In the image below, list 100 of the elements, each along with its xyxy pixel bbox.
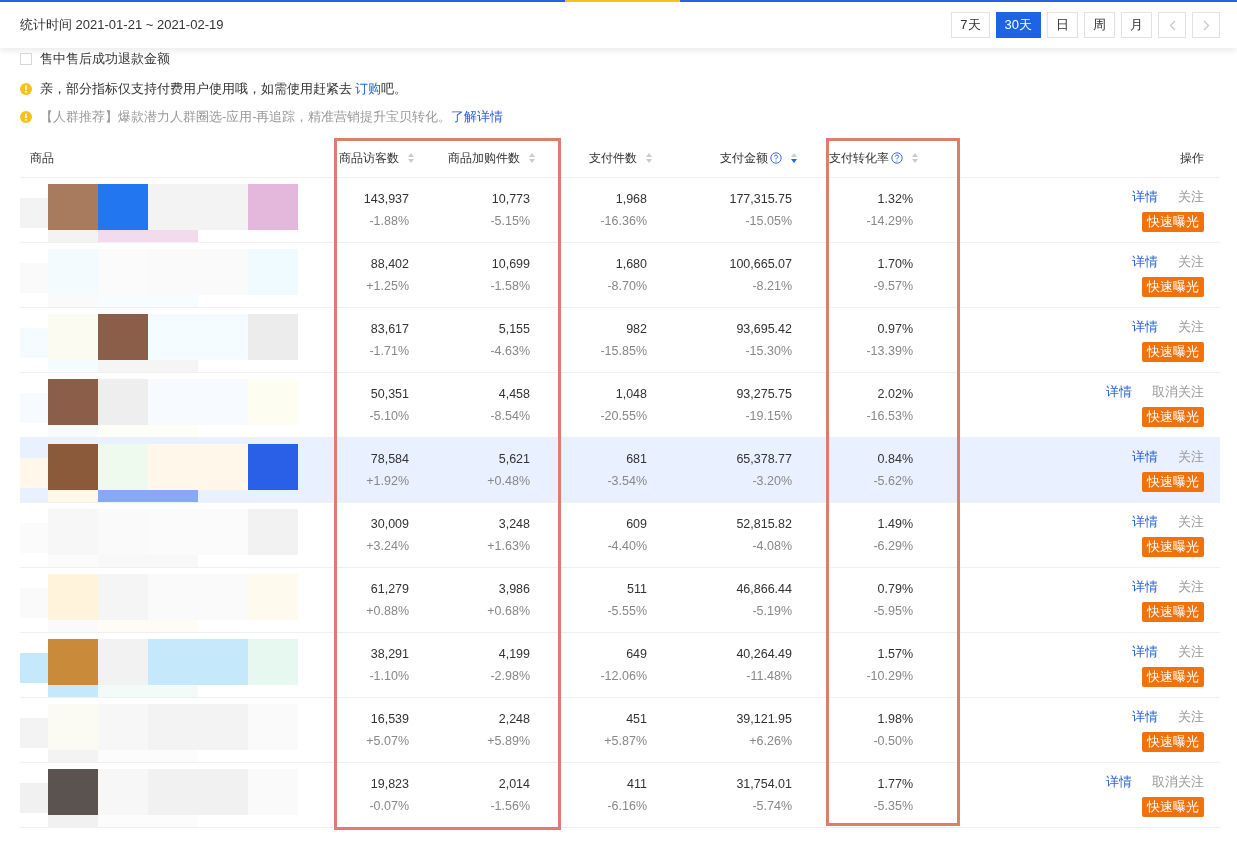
metric-value: 46,866.44 [736,580,792,598]
metric-change: -5.55% [607,602,647,620]
metric-change: +1.92% [366,472,409,490]
metric-change: +5.07% [366,732,409,750]
detail-link[interactable]: 详情 [1132,318,1158,337]
follow-link[interactable]: 关注 [1178,188,1204,207]
promote-button[interactable]: 快速曝光 [1142,341,1204,362]
metric-value: 1,680 [615,255,647,273]
promote-button[interactable]: 快速曝光 [1142,666,1204,687]
metric-change: -16.36% [600,212,647,230]
metric-value: 61,279 [370,580,409,598]
metric-change: -15.30% [745,342,792,360]
promote-button[interactable]: 快速曝光 [1142,796,1204,817]
metric-value: 38,291 [370,645,409,663]
metric-change: -5.35% [873,797,913,815]
metric-change: +3.24% [366,537,409,555]
refund-label: 售中售后成功退款金额 [40,49,170,68]
notice-link[interactable]: 了解详情 [451,109,504,124]
metric-value: 30,009 [370,515,409,533]
metric-change: +6.26% [749,732,792,750]
metric-change: +0.48% [487,472,530,490]
metric-value: 451 [626,710,647,728]
metric-change: -15.85% [600,342,647,360]
table-row[interactable]: 78,584 +1.92% 5,621 +0.48% 681 -3.54% 65,378.77 -3.20% 0.84% -5.62% 详情 关注 快速曝光 [20,438,1220,503]
detail-link[interactable]: 详情 [1132,448,1158,467]
metric-value: 1,968 [615,190,647,208]
metric-change: -0.07% [369,797,409,815]
promote-button[interactable]: 快速曝光 [1142,536,1204,557]
follow-link[interactable]: 取消关注 [1152,773,1204,792]
metric-value: 88,402 [370,255,409,273]
metric-change: +5.89% [487,732,530,750]
metric-change: -9.57% [873,277,913,295]
promote-button[interactable]: 快速曝光 [1142,601,1204,622]
promote-button[interactable]: 快速曝光 [1142,731,1204,752]
metric-change: -10.29% [866,667,913,685]
sort-icon[interactable] [790,151,798,164]
metric-change: -8.70% [607,277,647,295]
next-button[interactable] [1192,12,1220,38]
metric-value: 1.57% [877,645,913,663]
detail-link[interactable]: 详情 [1106,383,1132,402]
previous-button[interactable] [1158,12,1186,38]
chevron-left-icon [1168,19,1176,31]
metric-change: -5.62% [873,472,913,490]
detail-link[interactable]: 详情 [1132,643,1158,662]
help-icon[interactable] [891,151,903,164]
metric-change: -8.54% [490,407,530,425]
metric-value: 1,048 [615,385,647,403]
column-header: 支付转化率 [829,149,889,167]
metric-value: 52,815.82 [736,515,792,533]
refund-checkbox[interactable] [20,52,32,65]
metric-change: -5.10% [369,407,409,425]
detail-link[interactable]: 详情 [1106,773,1132,792]
metric-value: 3,986 [498,580,530,598]
metric-change: -6.29% [873,537,913,555]
metric-change: -14.29% [866,212,913,230]
period-label: 统计时间 2021-01-21 ~ 2021-02-19 [20,16,224,35]
range-tab[interactable]: 30天 [995,12,1041,38]
metric-value: 2,248 [498,710,530,728]
column-header: 操作 [1180,149,1204,167]
metric-change: -5.19% [752,602,792,620]
promote-button[interactable]: 快速曝光 [1142,211,1204,232]
follow-link[interactable]: 关注 [1178,253,1204,272]
metric-value: 609 [626,515,647,533]
metric-value: 40,264.49 [736,645,792,663]
promote-button[interactable]: 快速曝光 [1142,276,1204,297]
metric-value: 1.77% [877,775,913,793]
follow-link[interactable]: 关注 [1178,708,1204,727]
column-header: 支付件数 [589,149,637,167]
detail-link[interactable]: 详情 [1132,513,1158,532]
promote-button[interactable]: 快速曝光 [1142,406,1204,427]
follow-link[interactable]: 关注 [1178,643,1204,662]
follow-link[interactable]: 关注 [1178,578,1204,597]
warning-icon [20,111,32,123]
metric-value: 50,351 [370,385,409,403]
metric-change: -1.58% [490,277,530,295]
notice-text: 【人群推荐】爆款潜力人群圈选-应用-再追踪，精准营销提升宝贝转化。了解详情 [40,108,504,126]
detail-link[interactable]: 详情 [1132,253,1158,272]
metric-value: 83,617 [370,320,409,338]
detail-link[interactable]: 详情 [1132,708,1158,727]
detail-link[interactable]: 详情 [1132,578,1158,597]
notice-link[interactable]: 订购 [355,81,382,96]
metric-value: 10,699 [491,255,530,273]
metric-value: 39,121.95 [736,710,792,728]
range-tab[interactable]: 日 [1047,12,1078,38]
metric-change: -5.95% [873,602,913,620]
range-tab[interactable]: 周 [1084,12,1115,38]
follow-link[interactable]: 关注 [1178,513,1204,532]
column-header: 商品加购件数 [448,149,520,167]
detail-link[interactable]: 详情 [1132,188,1158,207]
metric-value: 5,621 [498,450,530,468]
chevron-right-icon [1202,19,1210,31]
promote-button[interactable]: 快速曝光 [1142,471,1204,492]
metric-value: 31,754.01 [736,775,792,793]
metric-change: -16.53% [866,407,913,425]
help-icon[interactable] [770,151,782,164]
follow-link[interactable]: 取消关注 [1152,383,1204,402]
follow-link[interactable]: 关注 [1178,318,1204,337]
range-tab[interactable]: 7天 [951,12,990,38]
metric-change: -19.15% [745,407,792,425]
range-tab[interactable]: 月 [1121,12,1152,38]
